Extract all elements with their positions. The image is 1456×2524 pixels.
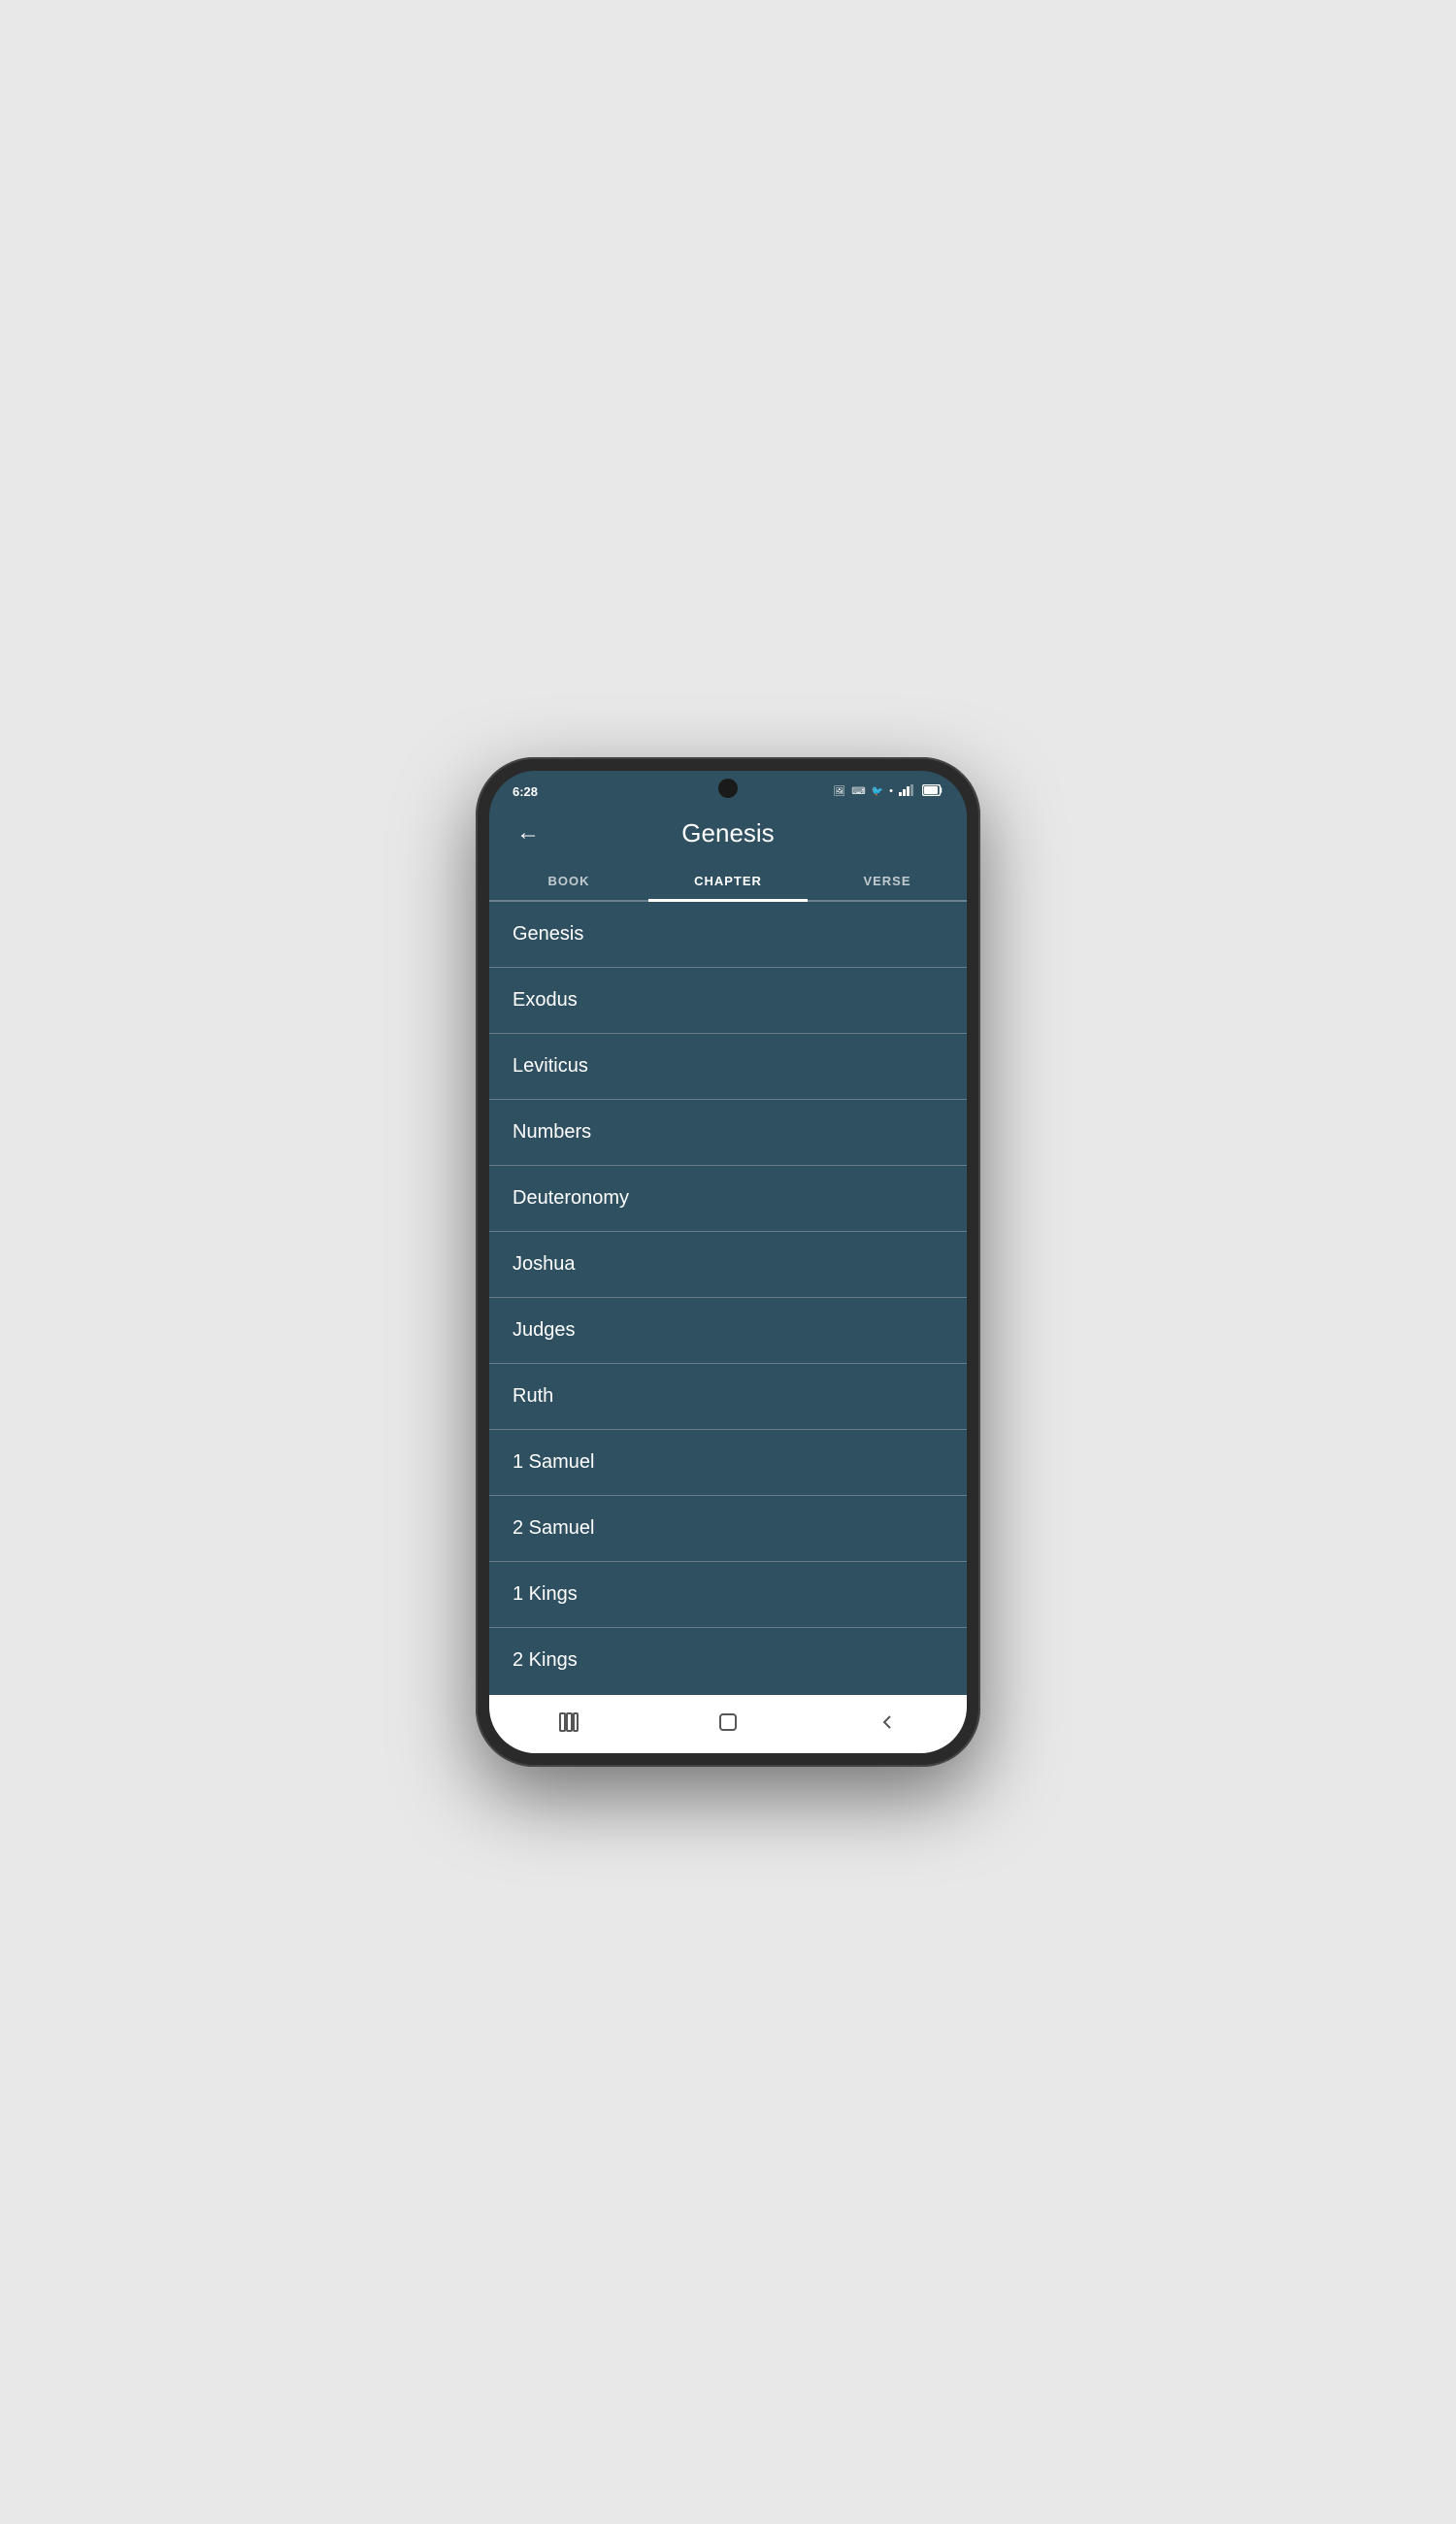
battery-icon (922, 784, 943, 799)
tab-book[interactable]: BOOK (489, 862, 648, 900)
phone-frame: 6:28 🖼 ⌨ 🐦 • (476, 757, 980, 1767)
tab-chapter[interactable]: CHAPTER (648, 862, 808, 900)
book-item-2samuel[interactable]: 2 Samuel (489, 1496, 967, 1562)
book-item-deuteronomy[interactable]: Deuteronomy (489, 1166, 967, 1232)
tab-verse[interactable]: VERSE (808, 862, 967, 900)
app-header: ← Genesis (489, 808, 967, 862)
camera-notch (718, 779, 738, 798)
phone-screen: 6:28 🖼 ⌨ 🐦 • (489, 771, 967, 1753)
book-item-joshua[interactable]: Joshua (489, 1232, 967, 1298)
signal-icon (899, 784, 916, 799)
book-list: GenesisExodusLeviticusNumbersDeuteronomy… (489, 902, 967, 1695)
back-button-nav[interactable] (874, 1709, 901, 1736)
dot-indicator: • (889, 785, 893, 797)
book-item-ruth[interactable]: Ruth (489, 1364, 967, 1430)
book-item-numbers[interactable]: Numbers (489, 1100, 967, 1166)
book-item-1samuel[interactable]: 1 Samuel (489, 1430, 967, 1496)
page-title: Genesis (681, 818, 774, 848)
keyboard-icon: ⌨ (851, 786, 865, 797)
tab-bar: BOOK CHAPTER VERSE (489, 862, 967, 902)
back-button[interactable]: ← (509, 817, 547, 848)
book-item-leviticus[interactable]: Leviticus (489, 1034, 967, 1100)
book-item-exodus[interactable]: Exodus (489, 968, 967, 1034)
home-button[interactable] (714, 1709, 742, 1736)
status-time: 6:28 (513, 784, 538, 799)
book-item-1kings[interactable]: 1 Kings (489, 1562, 967, 1628)
book-item-2kings[interactable]: 2 Kings (489, 1628, 967, 1693)
gallery-icon: 🖼 (834, 786, 846, 797)
book-item-genesis[interactable]: Genesis (489, 902, 967, 968)
status-icons: 🖼 ⌨ 🐦 • (834, 784, 943, 799)
twitter-icon: 🐦 (872, 786, 883, 797)
book-item-judges[interactable]: Judges (489, 1298, 967, 1364)
bottom-nav (489, 1695, 967, 1753)
recent-apps-button[interactable] (555, 1709, 582, 1736)
